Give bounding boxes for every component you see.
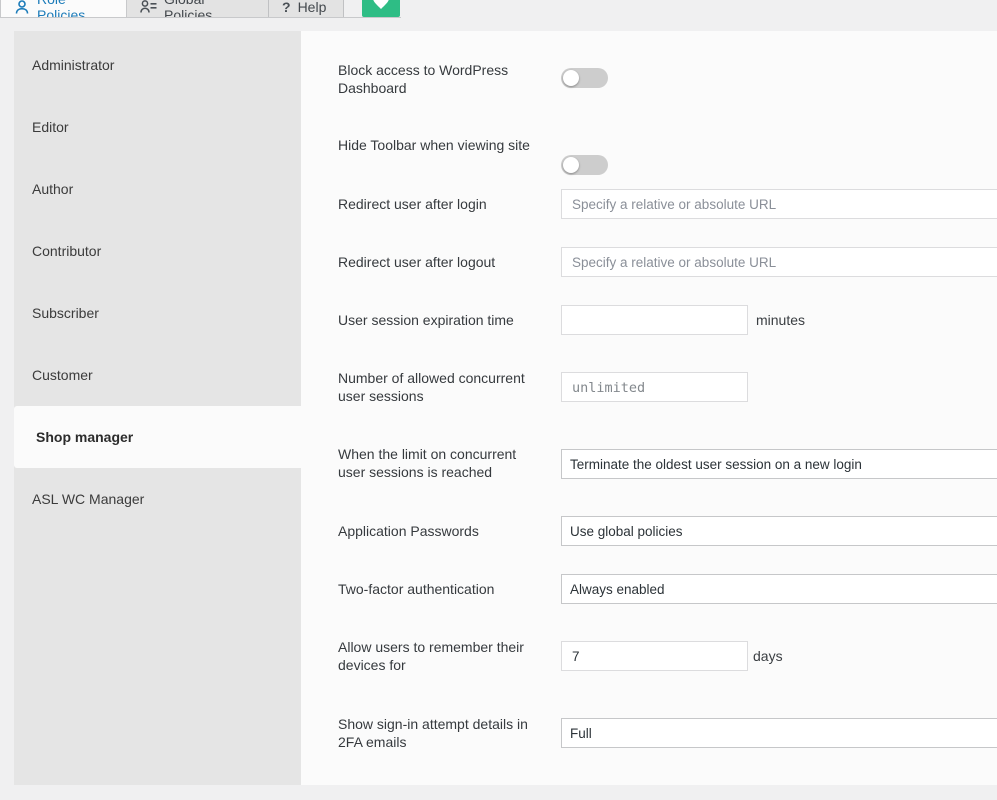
- tab-help[interactable]: ? Help: [269, 0, 344, 17]
- setting-label: Show sign-in attempt details in 2FA emai…: [338, 715, 543, 751]
- signin-details-select[interactable]: Full: [561, 718, 997, 748]
- role-settings-panel: Block access to WordPress Dashboard Hide…: [301, 31, 997, 785]
- role-policies-settings-page: { "header": { "tabs": [ { "label": "Role…: [0, 0, 997, 800]
- setting-label: Block access to WordPress Dashboard: [338, 61, 543, 97]
- tab-label: Help: [298, 0, 327, 15]
- sidebar-item-shop-manager[interactable]: Shop manager: [14, 406, 301, 468]
- setting-label: Redirect user after logout: [338, 253, 543, 271]
- sidebar-item-label: Shop manager: [36, 429, 133, 445]
- sidebar-item-label: Contributor: [32, 243, 101, 259]
- setting-label: User session expiration time: [338, 311, 543, 329]
- setting-label: Redirect user after login: [338, 195, 543, 213]
- sidebar-item-label: Customer: [32, 367, 93, 383]
- redirect-logout-input[interactable]: [561, 247, 997, 277]
- sidebar-item-label: ASL WC Manager: [32, 491, 144, 507]
- hide-toolbar-toggle[interactable]: [561, 155, 608, 175]
- session-expiration-input[interactable]: [561, 305, 748, 335]
- policies-icon: [140, 0, 157, 14]
- sidebar-item-contributor[interactable]: Contributor: [14, 220, 301, 282]
- sidebar-item-label: Editor: [32, 119, 69, 135]
- sidebar-item-label: Author: [32, 181, 73, 197]
- block-dashboard-toggle[interactable]: [561, 68, 608, 88]
- sidebar-item-customer[interactable]: Customer: [14, 344, 301, 406]
- remember-devices-input[interactable]: [561, 641, 748, 671]
- two-factor-select[interactable]: Always enabled: [561, 574, 997, 604]
- question-icon: ?: [282, 0, 291, 15]
- setting-label: Allow users to remember their devices fo…: [338, 638, 543, 674]
- concurrent-sessions-input[interactable]: [561, 372, 748, 402]
- limit-reached-select[interactable]: Terminate the oldest user session on a n…: [561, 449, 997, 479]
- tab-role-policies[interactable]: Role Policies: [0, 0, 127, 17]
- sidebar-item-author[interactable]: Author: [14, 158, 301, 220]
- sidebar-item-label: Administrator: [32, 57, 114, 73]
- sidebar-item-asl-wc-manager[interactable]: ASL WC Manager: [14, 468, 301, 530]
- sidebar-item-label: Subscriber: [32, 305, 99, 321]
- toggle-knob: [563, 70, 579, 86]
- tab-global-policies[interactable]: Global Policies: [127, 0, 269, 17]
- redirect-login-input[interactable]: [561, 189, 997, 219]
- minutes-suffix: minutes: [756, 311, 805, 329]
- setting-label: When the limit on concurrent user sessio…: [338, 445, 543, 481]
- tab-bar: Role Policies Global Policies ? Help: [0, 0, 401, 18]
- heart-icon: [372, 0, 390, 10]
- setting-label: Hide Toolbar when viewing site: [338, 136, 543, 154]
- roles-sidebar: Administrator Editor Author Contributor …: [14, 31, 301, 785]
- tab-label: Role Policies: [37, 0, 113, 17]
- toggle-knob: [563, 157, 579, 173]
- sidebar-item-editor[interactable]: Editor: [14, 96, 301, 158]
- sidebar-item-subscriber[interactable]: Subscriber: [14, 282, 301, 344]
- application-passwords-select[interactable]: Use global policies: [561, 516, 997, 546]
- setting-label: Number of allowed concurrent user sessio…: [338, 369, 543, 405]
- heart-button[interactable]: [362, 0, 400, 17]
- person-icon: [14, 0, 30, 15]
- tab-label: Global Policies: [164, 0, 255, 17]
- sidebar-item-administrator[interactable]: Administrator: [14, 34, 301, 96]
- days-suffix: days: [753, 647, 783, 665]
- setting-label: Two-factor authentication: [338, 580, 543, 598]
- setting-label: Application Passwords: [338, 522, 543, 540]
